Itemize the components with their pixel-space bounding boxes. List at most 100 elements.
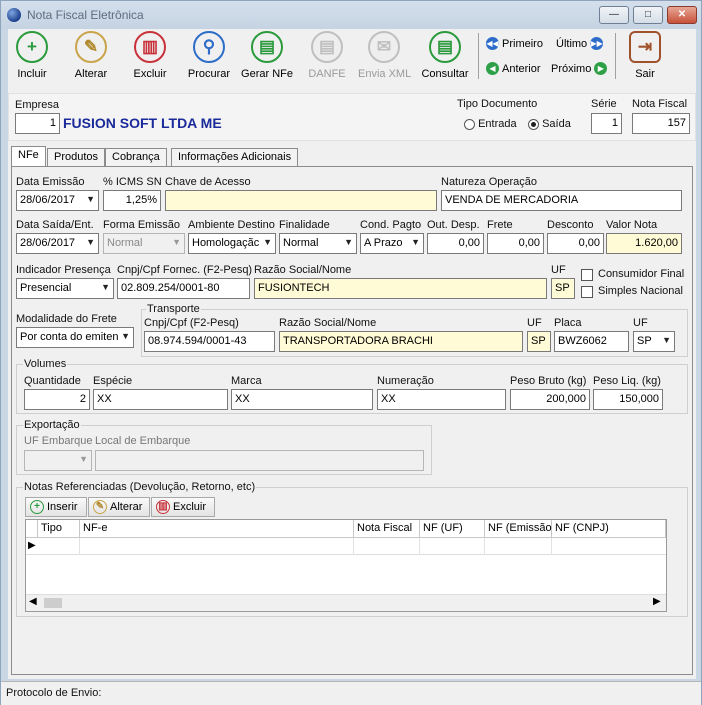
chevron-down-icon: ▼: [172, 237, 181, 247]
cond-pagto-select[interactable]: A Prazo ▼: [360, 233, 424, 254]
title-bar[interactable]: Nota Fiscal Eletrônica — □ ✕: [1, 1, 701, 29]
table-row[interactable]: ▶: [26, 538, 666, 555]
sair-button[interactable]: ⇥ Sair: [623, 31, 667, 80]
excluir-ref-button[interactable]: ▥ Excluir: [151, 497, 215, 517]
cnpj-fornec-input[interactable]: 02.809.254/0001-80: [117, 278, 250, 299]
desconto-input[interactable]: 0,00: [547, 233, 604, 254]
numeracao-input[interactable]: XX: [377, 389, 506, 410]
frete-input[interactable]: 0,00: [487, 233, 544, 254]
modalidade-frete-select[interactable]: Por conta do emiten ▼: [16, 327, 134, 348]
valor-nota-input[interactable]: 1.620,00: [606, 233, 682, 254]
ultimo-button[interactable]: Último ▶▶: [556, 37, 604, 50]
danfe-button[interactable]: ▤ DANFE: [305, 31, 349, 80]
primeiro-button[interactable]: ◀◀ Primeiro: [486, 37, 543, 50]
gerar-nfe-button[interactable]: ▤ Gerar NFe: [241, 31, 293, 80]
grid-header-tipo[interactable]: Tipo: [38, 520, 80, 538]
grid-header-nfe[interactable]: NF-e: [80, 520, 354, 538]
proximo-button[interactable]: Próximo ▶: [551, 62, 608, 75]
consumidor-final-checkbox[interactable]: [581, 269, 593, 281]
scroll-left-icon[interactable]: ◀: [29, 596, 37, 607]
envia-xml-button[interactable]: ✉ Envia XML: [358, 31, 411, 80]
indicador-presenca-select[interactable]: Presencial ▼: [16, 278, 114, 299]
transporte-label: Transporte: [146, 303, 201, 315]
horizontal-scrollbar[interactable]: ◀ ▶: [26, 594, 666, 611]
tab-produtos[interactable]: Produtos: [47, 148, 106, 166]
data-saida-picker[interactable]: 28/06/2017 ▼: [16, 233, 99, 254]
grid-cell[interactable]: [38, 538, 80, 555]
local-embarque-input[interactable]: [95, 450, 424, 471]
transporte-uf-input[interactable]: SP: [527, 331, 551, 352]
last-record-icon: ▶▶: [590, 37, 604, 50]
alterar-button[interactable]: ✎ Alterar: [69, 31, 113, 80]
alterar-label: Alterar: [74, 68, 108, 80]
radio-entrada[interactable]: Entrada: [464, 118, 517, 130]
notas-referenciadas-grid[interactable]: Tipo NF-e Nota Fiscal NF (UF) NF (Emissã…: [25, 519, 667, 612]
alterar-ref-button[interactable]: ✎ Alterar: [88, 497, 150, 517]
trash-icon: ▥: [134, 31, 166, 63]
forma-emissao-label: Forma Emissão: [103, 219, 181, 231]
app-logo-icon: [7, 8, 21, 22]
saida-label: Saída: [542, 118, 571, 130]
maximize-button[interactable]: □: [633, 6, 663, 24]
scroll-right-icon[interactable]: ▶: [653, 596, 661, 607]
scroll-thumb[interactable]: [44, 598, 62, 608]
tab-strip: NFe Produtos Cobrança Informações Adicio…: [11, 146, 691, 168]
close-button[interactable]: ✕: [667, 6, 697, 24]
finalidade-select[interactable]: Normal ▼: [279, 233, 357, 254]
excluir-button[interactable]: ▥ Excluir: [128, 31, 172, 80]
forma-emissao-value: Normal: [107, 237, 143, 249]
grid-cell[interactable]: [485, 538, 552, 555]
placa-input[interactable]: BWZ6062: [554, 331, 629, 352]
radio-saida[interactable]: Saída: [528, 118, 571, 130]
simples-nacional-checkbox[interactable]: [581, 286, 593, 298]
incluir-button[interactable]: + Incluir: [10, 31, 54, 80]
ambiente-destino-label: Ambiente Destino: [188, 219, 275, 231]
peso-bruto-input[interactable]: 200,000: [510, 389, 590, 410]
grid-header-nf-uf[interactable]: NF (UF): [420, 520, 485, 538]
grid-cell[interactable]: [80, 538, 354, 555]
chave-acesso-input[interactable]: [165, 190, 437, 211]
forma-emissao-select[interactable]: Normal ▼: [103, 233, 185, 254]
icms-input[interactable]: 1,25%: [103, 190, 161, 211]
anterior-button[interactable]: ◀ Anterior: [486, 62, 541, 75]
especie-input[interactable]: XX: [93, 389, 228, 410]
grid-header-nota-fiscal[interactable]: Nota Fiscal: [354, 520, 420, 538]
chevron-down-icon: ▼: [121, 331, 130, 341]
placa-uf-select[interactable]: SP ▼: [633, 331, 675, 352]
grid-cell[interactable]: [420, 538, 485, 555]
next-icon: ▶: [594, 62, 608, 75]
chevron-down-icon: ▼: [86, 194, 95, 204]
data-emissao-picker[interactable]: 28/06/2017 ▼: [16, 190, 99, 211]
razao-social-input[interactable]: FUSIONTECH: [254, 278, 547, 299]
grid-header-nf-emissao[interactable]: NF (Emissão): [485, 520, 555, 538]
tab-cobranca[interactable]: Cobrança: [105, 148, 167, 166]
out-desp-input[interactable]: 0,00: [427, 233, 484, 254]
quantidade-input[interactable]: 2: [24, 389, 90, 410]
uf-embarque-select[interactable]: ▼: [24, 450, 92, 471]
grid-header-nf-cnpj[interactable]: NF (CNPJ): [552, 520, 666, 538]
saida-radio-icon: [528, 118, 539, 130]
gerar-nfe-label: Gerar NFe: [241, 68, 293, 80]
procurar-button[interactable]: ⚲ Procurar: [186, 31, 232, 80]
finalidade-label: Finalidade: [279, 219, 330, 231]
serie-input[interactable]: 1: [591, 113, 622, 134]
consultar-button[interactable]: ▤ Consultar: [420, 31, 470, 80]
danfe-document-icon: ▤: [311, 31, 343, 63]
nota-fiscal-input[interactable]: 157: [632, 113, 690, 134]
transporte-razao-input[interactable]: TRANSPORTADORA BRACHI: [279, 331, 523, 352]
natureza-operacao-input[interactable]: VENDA DE MERCADORIA: [441, 190, 682, 211]
ambiente-destino-select[interactable]: Homologaçãc ▼: [188, 233, 276, 254]
marca-input[interactable]: XX: [231, 389, 373, 410]
transporte-cnpj-input[interactable]: 08.974.594/0001-43: [144, 331, 275, 352]
finalidade-value: Normal: [283, 237, 319, 249]
placa-uf-label: UF: [633, 317, 648, 329]
tab-nfe[interactable]: NFe: [11, 146, 46, 166]
tab-informacoes-adicionais[interactable]: Informações Adicionais: [171, 148, 299, 166]
toolbar-separator-2: [615, 33, 616, 79]
grid-cell[interactable]: [354, 538, 420, 555]
peso-liq-input[interactable]: 150,000: [593, 389, 663, 410]
minimize-button[interactable]: —: [599, 6, 629, 24]
inserir-button[interactable]: + Inserir: [25, 497, 87, 517]
empresa-code-input[interactable]: 1: [15, 113, 60, 134]
uf-input[interactable]: SP: [551, 278, 575, 299]
